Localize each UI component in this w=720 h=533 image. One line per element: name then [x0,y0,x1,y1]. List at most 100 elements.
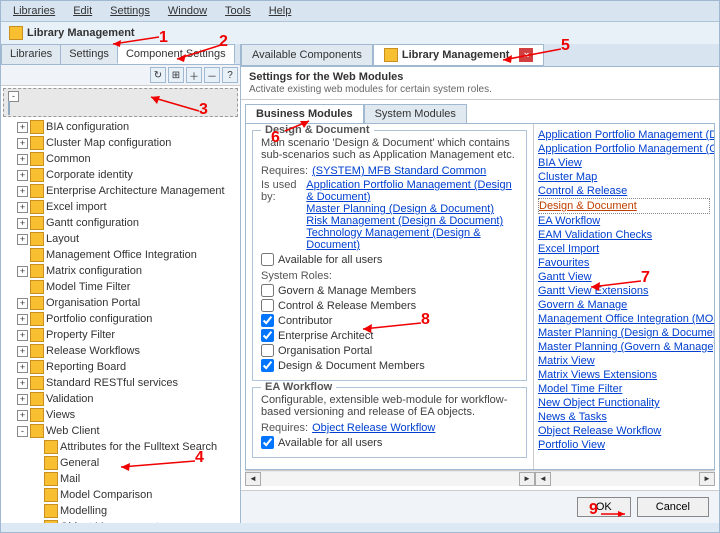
tree-node[interactable]: General [3,455,238,471]
available-all-checkbox[interactable]: Available for all users [261,253,518,266]
scroll-left-icon[interactable]: ◄ [535,472,551,486]
tree-node[interactable]: +Corporate identity [3,167,238,183]
checkbox[interactable] [261,299,274,312]
module-link[interactable]: Master Planning (Govern & Manage) [538,340,710,354]
scrollbar[interactable]: ◄► [245,470,535,486]
module-link[interactable]: Object Release Workflow [538,424,710,438]
expand-icon[interactable]: + [17,298,28,309]
scroll-right-icon[interactable]: ► [519,472,535,486]
tree-node[interactable]: +Views [3,407,238,423]
tree-node[interactable]: Mail [3,471,238,487]
role-checkbox[interactable]: Design & Document Members [261,359,518,372]
requires-link[interactable]: Object Release Workflow [312,422,435,434]
module-tab[interactable]: Business Modules [245,104,364,123]
role-checkbox[interactable]: Control & Release Members [261,299,518,312]
module-link[interactable]: Management Office Integration (MOI) [538,312,710,326]
expand-icon[interactable]: + [17,186,28,197]
module-link[interactable]: Design & Document [538,198,710,214]
role-checkbox[interactable]: Govern & Manage Members [261,284,518,297]
module-list[interactable]: Application Portfolio Management (Design… [534,124,714,469]
expand-icon[interactable]: + [17,378,28,389]
expand-icon[interactable]: + [17,394,28,405]
used-by-link[interactable]: Technology Management (Design & Document… [306,227,518,251]
menu-window[interactable]: Window [160,3,215,19]
used-by-link[interactable]: Risk Management (Design & Document) [306,215,518,227]
module-link[interactable]: New Object Functionality [538,396,710,410]
tree-node[interactable]: Model Comparison [3,487,238,503]
menu-tools[interactable]: Tools [217,3,259,19]
menu-edit[interactable]: Edit [65,3,100,19]
tree-node[interactable]: - [3,88,238,117]
expand-icon[interactable]: + [17,218,28,229]
module-link[interactable]: Application Portfolio Management (Govern… [538,142,710,156]
tree-node[interactable]: +Excel import [3,199,238,215]
tree-node[interactable]: +Enterprise Architecture Management [3,183,238,199]
tree-node[interactable]: +Common [3,151,238,167]
tree-node[interactable]: +Cluster Map configuration [3,135,238,151]
tree-node[interactable]: Object Management [3,519,238,523]
toolbar-button[interactable]: ? [222,67,238,83]
module-link[interactable]: Matrix View [538,354,710,368]
module-link[interactable]: Portfolio View [538,438,710,452]
checkbox[interactable] [261,253,274,266]
expand-icon[interactable]: + [17,202,28,213]
tree-node[interactable]: Modelling [3,503,238,519]
toolbar-button[interactable]: ＋ [186,67,202,83]
role-checkbox[interactable]: Contributor [261,314,518,327]
checkbox[interactable] [261,284,274,297]
tree-node[interactable]: +Organisation Portal [3,295,238,311]
requires-link[interactable]: (SYSTEM) MFB Standard Common [312,165,486,177]
tree-node[interactable]: +Reporting Board [3,359,238,375]
module-link[interactable]: EAM Validation Checks [538,228,710,242]
tree-node[interactable]: Management Office Integration [3,247,238,263]
module-link[interactable]: Excel Import [538,242,710,256]
tree-node[interactable]: +Portfolio configuration [3,311,238,327]
scroll-left-icon[interactable]: ◄ [245,472,261,486]
module-link[interactable]: Govern & Manage [538,298,710,312]
checkbox[interactable] [261,436,274,449]
expand-icon[interactable]: + [17,346,28,357]
module-link[interactable]: EA Workflow [538,214,710,228]
module-link[interactable]: News & Tasks [538,410,710,424]
tree-node[interactable]: +Layout [3,231,238,247]
tab-libraries[interactable]: Libraries [1,44,61,64]
toolbar-button[interactable]: － [204,67,220,83]
tree-node[interactable]: -Web Client [3,423,238,439]
expand-icon[interactable]: + [17,138,28,149]
ok-button[interactable]: OK [577,497,631,517]
used-by-link[interactable]: Master Planning (Design & Document) [306,203,518,215]
role-checkbox[interactable]: Organisation Portal [261,344,518,357]
module-link[interactable]: Master Planning (Design & Document) [538,326,710,340]
module-link[interactable]: Control & Release [538,184,710,198]
expand-icon[interactable]: + [17,330,28,341]
expand-icon[interactable]: - [17,426,28,437]
tree-node[interactable]: Model Time Filter [3,279,238,295]
used-by-link[interactable]: Application Portfolio Management (Design… [306,179,518,203]
tree-node[interactable]: +Gantt configuration [3,215,238,231]
scroll-right-icon[interactable]: ► [699,472,715,486]
menu-help[interactable]: Help [261,3,300,19]
checkbox[interactable] [261,329,274,342]
checkbox[interactable] [261,359,274,372]
available-all-checkbox[interactable]: Available for all users [261,436,518,449]
expand-icon[interactable]: + [17,266,28,277]
module-link[interactable]: Matrix Views Extensions [538,368,710,382]
doc-tab[interactable]: Available Components [241,44,373,66]
menu-settings[interactable]: Settings [102,3,158,19]
tree-node[interactable]: +Property Filter [3,327,238,343]
menu-libraries[interactable]: Libraries [5,3,63,19]
module-link[interactable]: Application Portfolio Management (Design… [538,128,710,142]
toolbar-button[interactable]: ↻ [150,67,166,83]
checkbox[interactable] [261,314,274,327]
tree-node[interactable]: +Standard RESTful services [3,375,238,391]
module-tab[interactable]: System Modules [364,104,467,123]
role-checkbox[interactable]: Enterprise Architect [261,329,518,342]
tab-component-settings[interactable]: Component Settings [117,44,235,64]
tree-node[interactable]: +BIA configuration [3,119,238,135]
tree-node[interactable]: +Release Workflows [3,343,238,359]
tab-settings[interactable]: Settings [60,44,118,64]
checkbox[interactable] [261,344,274,357]
cancel-button[interactable]: Cancel [637,497,709,517]
expand-icon[interactable]: + [17,234,28,245]
expand-icon[interactable]: + [17,410,28,421]
